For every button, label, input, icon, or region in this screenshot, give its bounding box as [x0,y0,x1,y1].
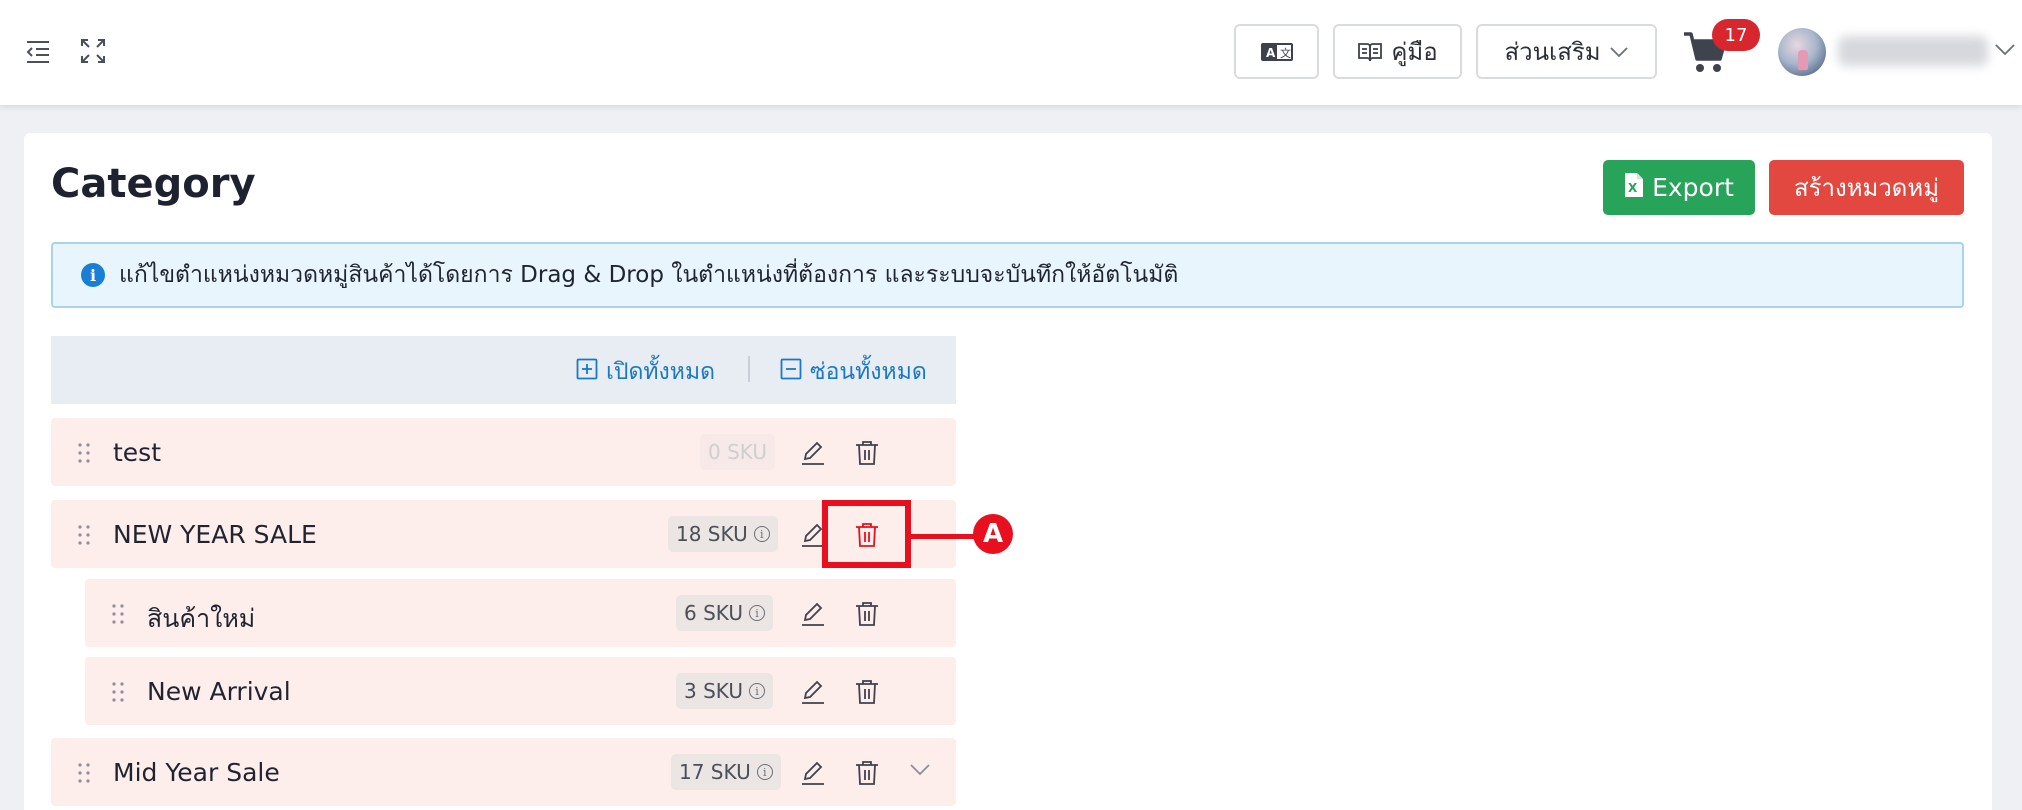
export-button[interactable]: X Export [1603,160,1755,215]
chevron-down-icon [1609,46,1629,58]
drag-handle-icon[interactable] [77,442,91,468]
callout-line [911,534,975,539]
sku-count: 18 SKU i [668,516,778,552]
category-row[interactable]: NEW YEAR SALE 18 SKU i [51,500,956,568]
category-name: New Arrival [147,677,291,706]
highlight-box [822,500,911,568]
info-banner: i แก้ไขตำแหน่งหมวดหมู่สินค้าได้โดยการ Dr… [51,242,1964,308]
info-icon: i [753,526,770,542]
sku-count: 3 SKU i [676,673,773,709]
avatar[interactable] [1778,28,1826,76]
svg-text:A: A [1266,46,1276,60]
expand-all-label: เปิดทั้งหมด [606,359,716,385]
excel-icon: X [1624,172,1644,204]
category-name: test [113,438,162,467]
collapse-all-button[interactable]: ซ่อนทั้งหมด [780,354,927,390]
collapse-all-label: ซ่อนทั้งหมด [810,359,927,385]
fullscreen-icon[interactable] [78,36,108,66]
trash-icon[interactable] [853,678,881,706]
category-row[interactable]: New Arrival 3 SKU i [85,657,956,725]
drag-handle-icon[interactable] [77,762,91,788]
trash-icon[interactable] [853,759,881,787]
info-icon: i [749,605,765,621]
cart-count-badge: 17 [1712,19,1760,51]
info-icon: i [756,764,773,780]
trash-icon[interactable] [853,439,881,467]
drag-handle-icon[interactable] [111,681,125,707]
info-text: แก้ไขตำแหน่งหมวดหมู่สินค้าได้โดยการ Drag… [119,262,1179,288]
chevron-down-icon[interactable] [1994,42,2016,61]
expand-all-button[interactable]: เปิดทั้งหมด [576,354,715,390]
sku-count: 0 SKU [700,434,775,470]
export-label: Export [1652,173,1734,202]
category-row[interactable]: Mid Year Sale 17 SKU i [51,738,956,806]
manual-button[interactable]: คู่มือ [1333,24,1462,79]
svg-text:文: 文 [1280,46,1291,60]
divider [748,356,750,382]
trash-icon[interactable] [853,600,881,628]
translate-button[interactable]: A 文 [1234,24,1319,79]
edit-icon[interactable] [799,678,827,706]
info-icon: i [81,263,105,287]
category-name: Mid Year Sale [113,758,280,787]
menu-collapse-icon[interactable] [23,36,53,66]
addons-dropdown[interactable]: ส่วนเสริม [1476,24,1657,79]
drag-handle-icon[interactable] [111,603,125,629]
edit-icon[interactable] [799,439,827,467]
username-blurred[interactable] [1838,36,1988,66]
category-row[interactable]: test 0 SKU [51,418,956,486]
page-title: Category [51,161,256,207]
book-icon [1357,41,1383,63]
sku-count: 6 SKU i [676,595,773,631]
category-row[interactable]: สินค้าใหม่ 6 SKU i [85,579,956,647]
edit-icon[interactable] [799,759,827,787]
drag-handle-icon[interactable] [77,524,91,550]
create-category-button[interactable]: สร้างหมวดหมู่ [1769,160,1964,215]
translate-icon: A 文 [1260,41,1294,63]
info-icon: i [749,683,765,699]
callout-label: A [973,514,1013,554]
plus-square-icon [576,358,598,386]
edit-icon[interactable] [799,600,827,628]
manual-label: คู่มือ [1391,38,1438,66]
sku-count: 17 SKU i [671,754,781,790]
category-name: NEW YEAR SALE [113,520,317,549]
category-name: สินค้าใหม่ [147,604,256,633]
minus-square-icon [780,358,802,386]
addons-label: ส่วนเสริม [1504,38,1601,66]
chevron-down-icon[interactable] [909,762,931,781]
svg-text:X: X [1628,181,1638,195]
